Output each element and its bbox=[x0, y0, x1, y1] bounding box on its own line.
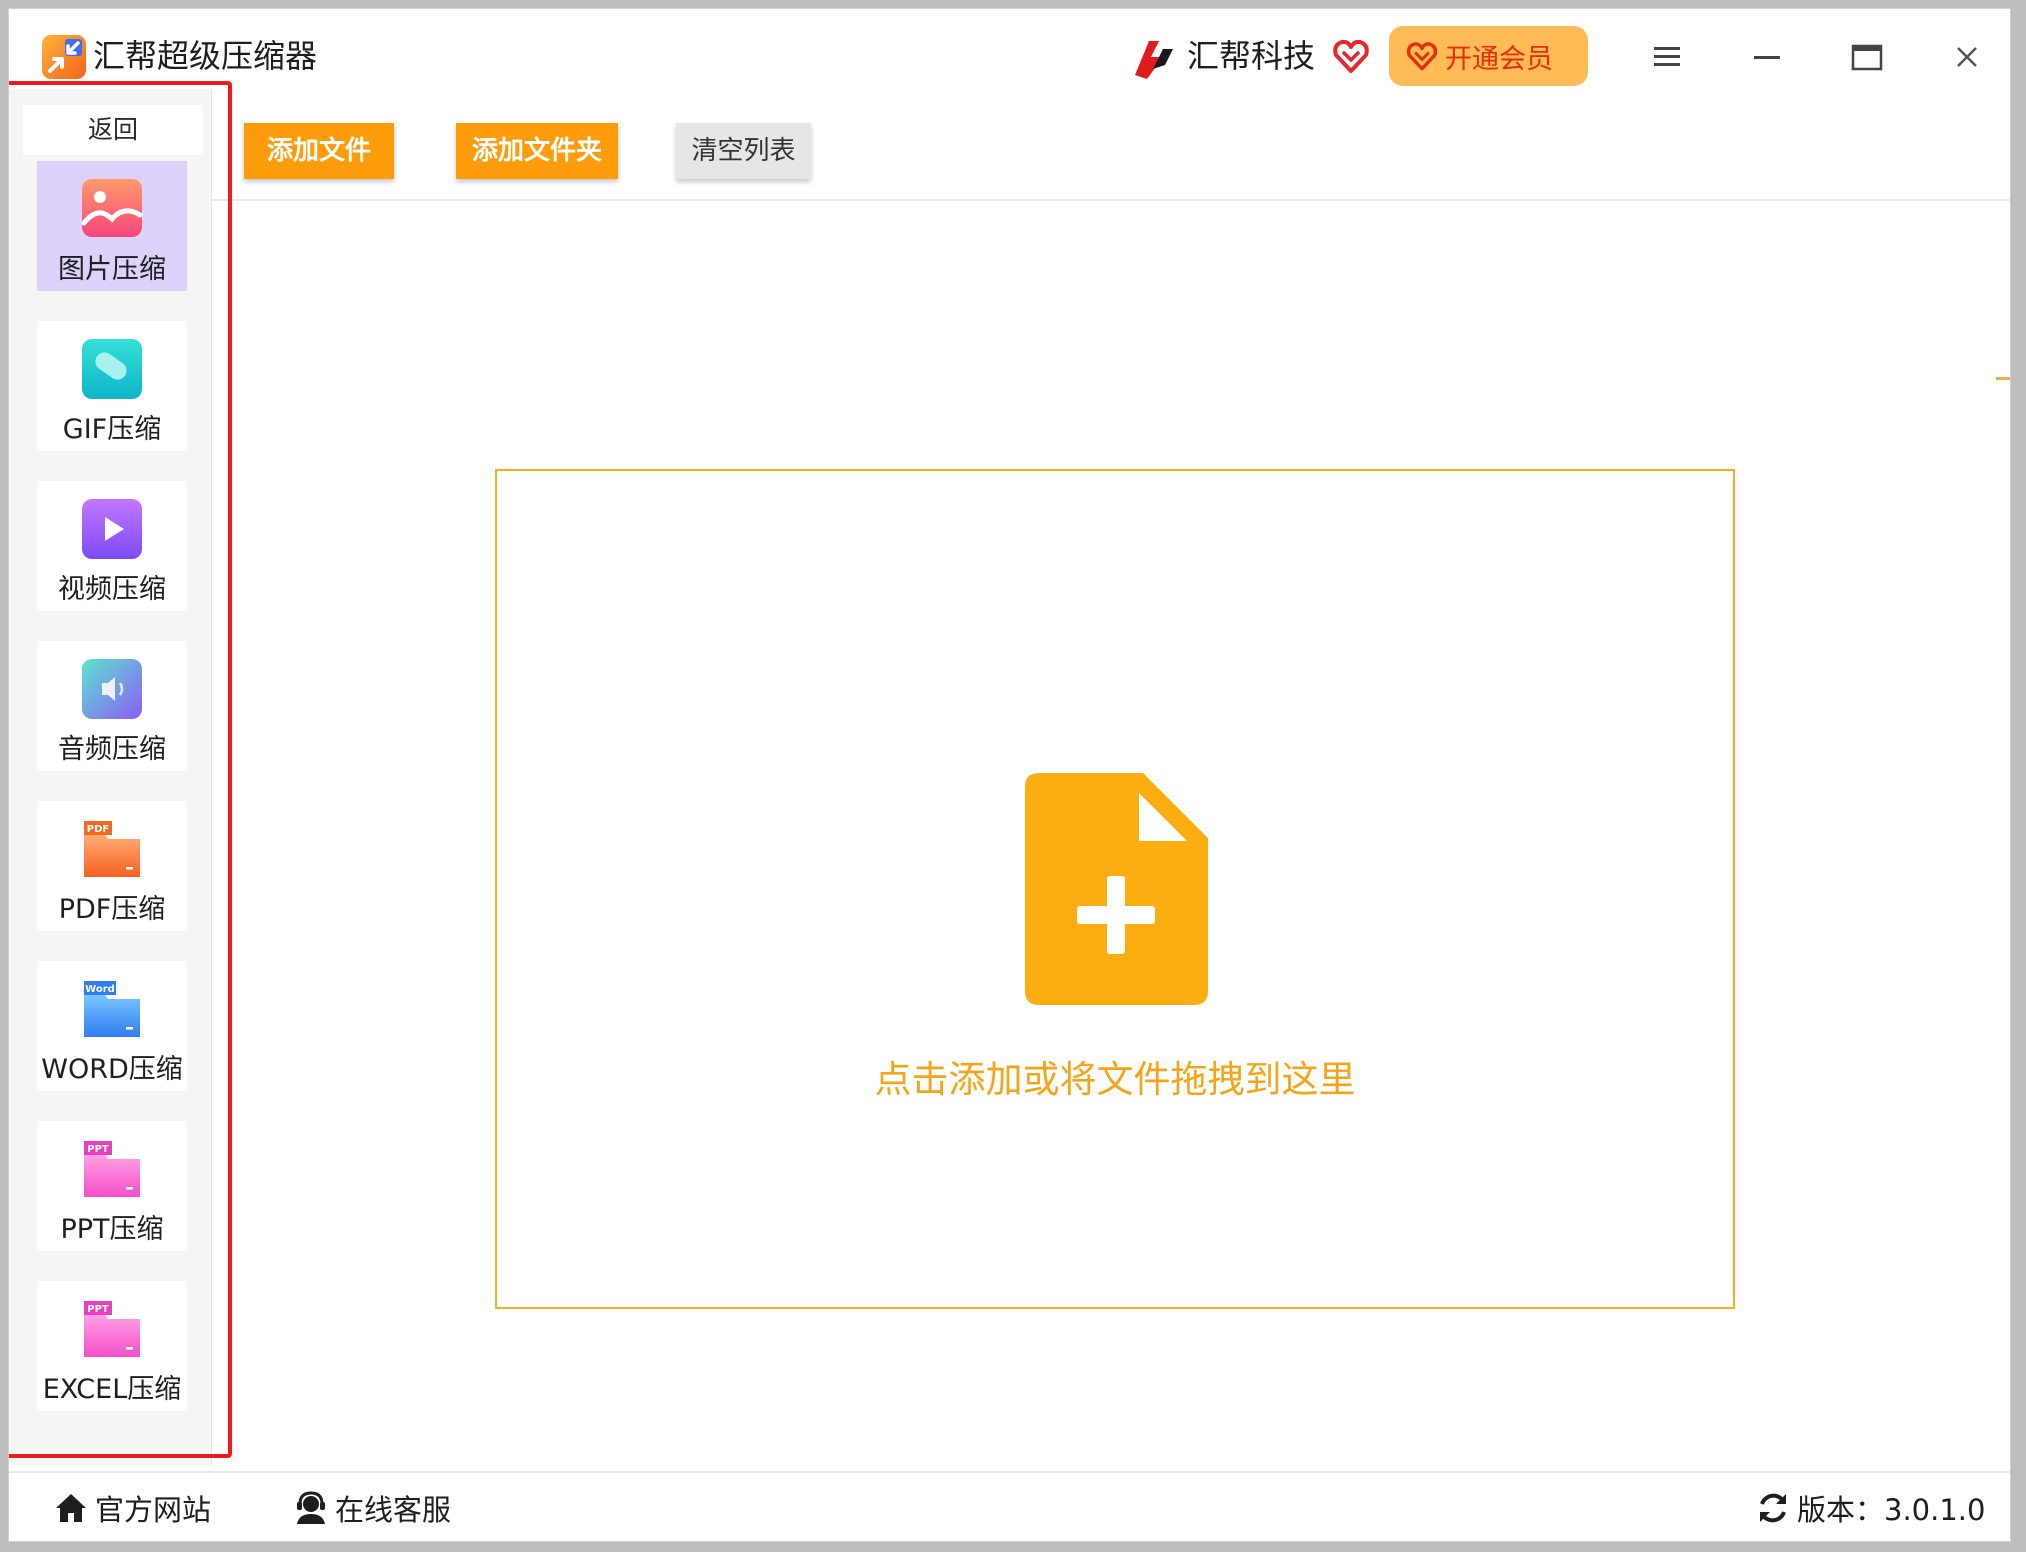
sidebar-item-label: WORD压缩 bbox=[41, 1054, 183, 1085]
refresh-icon[interactable] bbox=[1755, 1490, 1791, 1526]
sidebar-item-word[interactable]: Word WORD压缩 bbox=[37, 961, 187, 1091]
app-title: 汇帮超级压缩器 bbox=[93, 37, 318, 75]
hamburger-menu-icon bbox=[1654, 47, 1680, 66]
maximize-icon bbox=[1851, 44, 1883, 71]
audio-compress-icon bbox=[82, 659, 142, 719]
file-drop-zone[interactable]: 点击添加或将文件拖拽到这里 bbox=[495, 469, 1735, 1309]
close-icon bbox=[1957, 47, 1977, 67]
sidebar-item-video[interactable]: 视频压缩 bbox=[37, 481, 187, 611]
brand-name: 汇帮科技 bbox=[1187, 37, 1316, 75]
sidebar-item-ppt[interactable]: PPT PPT压缩 bbox=[37, 1121, 187, 1251]
file-add-icon bbox=[1025, 773, 1208, 1005]
minimize-button[interactable] bbox=[1739, 29, 1795, 85]
official-website-link[interactable]: 官方网站 bbox=[53, 1473, 212, 1541]
toolbar: 添加文件 添加文件夹 清空列表 bbox=[212, 89, 2010, 201]
word-tag: Word bbox=[85, 984, 115, 995]
official-website-label: 官方网站 bbox=[95, 1493, 212, 1527]
vip-heart-icon bbox=[1406, 42, 1438, 71]
gif-compress-icon bbox=[82, 339, 142, 399]
excel-tag: PPT bbox=[87, 1304, 109, 1315]
word-compress-icon: Word bbox=[84, 981, 140, 1037]
sidebar-item-excel[interactable]: PPT EXCEL压缩 bbox=[37, 1281, 187, 1411]
status-bar: 官方网站 在线客服 版本：3.0.1.0 bbox=[9, 1471, 2010, 1541]
online-service-label: 在线客服 bbox=[335, 1493, 452, 1527]
pdf-tag: PDF bbox=[87, 824, 109, 835]
huibang-logo-icon bbox=[1135, 41, 1173, 79]
sidebar-item-label: EXCEL压缩 bbox=[42, 1374, 182, 1405]
sidebar-item-gif[interactable]: GIF压缩 bbox=[37, 321, 187, 451]
app-window: 汇帮超级压缩器 汇帮科技 开通会员 返回 图片压缩 GIF压缩 视频压缩 音频压… bbox=[8, 8, 2011, 1542]
close-button[interactable] bbox=[1939, 29, 1995, 85]
maximize-button[interactable] bbox=[1839, 29, 1895, 85]
sidebar: 返回 图片压缩 GIF压缩 视频压缩 音频压缩 PDF PDF压缩 Word W… bbox=[9, 89, 212, 1465]
ppt-compress-icon: PPT bbox=[84, 1141, 140, 1197]
minimize-icon bbox=[1754, 56, 1780, 59]
clear-list-button[interactable]: 清空列表 bbox=[676, 123, 811, 179]
sidebar-item-audio[interactable]: 音频压缩 bbox=[37, 641, 187, 771]
sidebar-item-pdf[interactable]: PDF PDF压缩 bbox=[37, 801, 187, 931]
version-info: 版本：3.0.1.0 bbox=[1755, 1473, 1986, 1541]
sidebar-item-label: PDF压缩 bbox=[58, 894, 166, 925]
sidebar-item-label: 视频压缩 bbox=[58, 574, 166, 605]
version-label: 版本：3.0.1.0 bbox=[1797, 1493, 1986, 1527]
sidebar-item-label: GIF压缩 bbox=[62, 414, 162, 445]
edge-marker bbox=[1996, 377, 2010, 380]
menu-button[interactable] bbox=[1639, 29, 1695, 85]
customer-service-icon bbox=[297, 1491, 325, 1524]
add-folder-button[interactable]: 添加文件夹 bbox=[456, 123, 618, 179]
pdf-compress-icon: PDF bbox=[84, 821, 140, 877]
excel-compress-icon: PPT bbox=[84, 1301, 140, 1357]
vip-button[interactable]: 开通会员 bbox=[1389, 26, 1588, 86]
ppt-tag: PPT bbox=[87, 1144, 109, 1155]
video-compress-icon bbox=[82, 499, 142, 559]
sidebar-item-image[interactable]: 图片压缩 bbox=[37, 161, 187, 291]
sidebar-item-label: 图片压缩 bbox=[58, 254, 166, 285]
add-file-button[interactable]: 添加文件 bbox=[244, 123, 394, 179]
image-compress-icon bbox=[81, 179, 143, 237]
sidebar-item-label: PPT压缩 bbox=[60, 1214, 164, 1245]
vip-heart-icon bbox=[1333, 39, 1369, 73]
online-service-link[interactable]: 在线客服 bbox=[293, 1473, 452, 1541]
compress-arrows-icon bbox=[42, 35, 86, 79]
vip-button-label: 开通会员 bbox=[1445, 43, 1553, 75]
sidebar-item-label: 音频压缩 bbox=[58, 734, 166, 765]
back-button[interactable]: 返回 bbox=[23, 105, 203, 155]
home-icon bbox=[56, 1494, 86, 1522]
drop-hint-text: 点击添加或将文件拖拽到这里 bbox=[874, 1058, 1356, 1101]
